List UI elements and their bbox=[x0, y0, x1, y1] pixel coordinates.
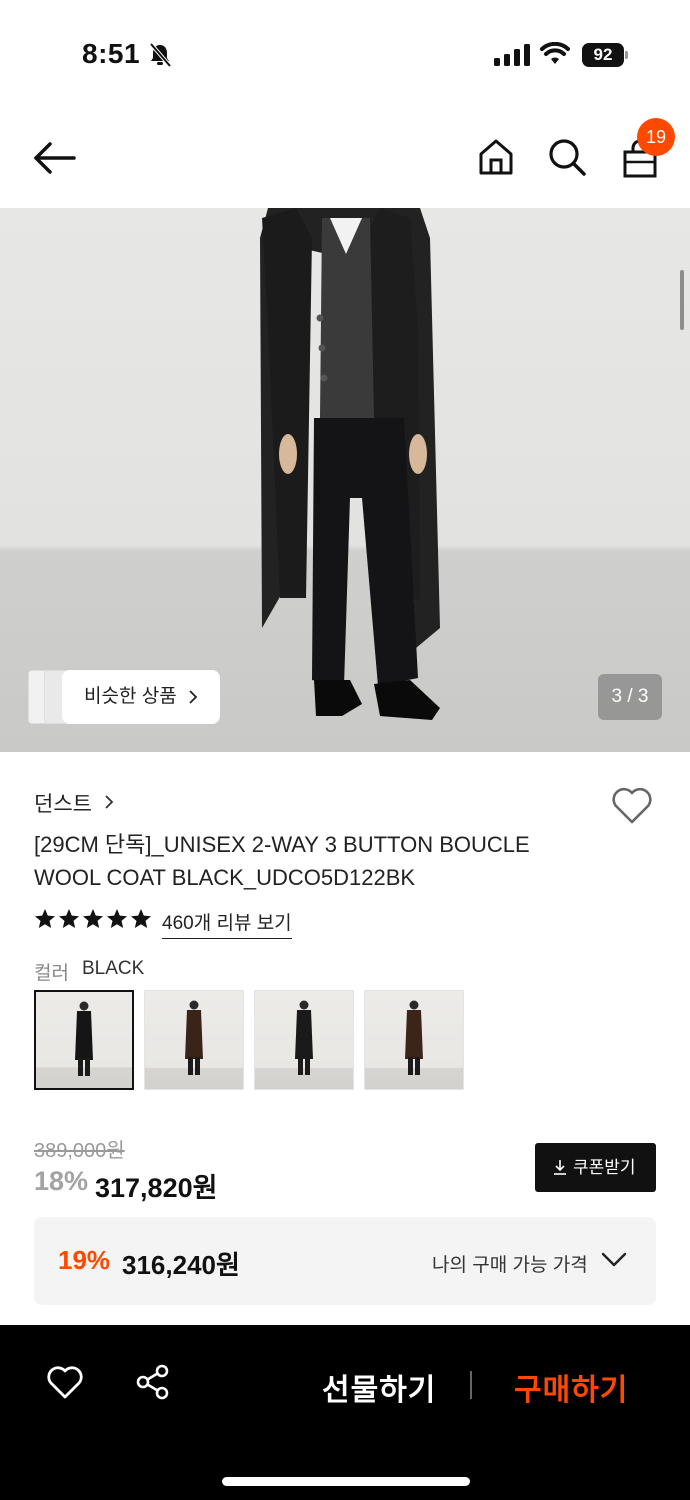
battery-cap bbox=[625, 51, 628, 59]
gift-button[interactable]: 선물하기 bbox=[322, 1365, 436, 1409]
color-swatch-brown[interactable] bbox=[144, 990, 244, 1090]
product-image-carousel[interactable]: 비슷한 상품 3 / 3 bbox=[0, 208, 690, 752]
sale-price: 317,820원 bbox=[95, 1173, 218, 1203]
buy-button[interactable]: 구매하기 bbox=[514, 1365, 628, 1409]
cart-count-badge: 19 bbox=[637, 118, 675, 156]
star-icon bbox=[83, 909, 103, 928]
color-value: BLACK bbox=[82, 958, 145, 979]
chevron-right-icon bbox=[105, 795, 114, 809]
top-nav: 19 bbox=[0, 110, 690, 208]
coupon-label: 쿠폰받기 bbox=[573, 1158, 636, 1177]
heart-icon[interactable] bbox=[610, 786, 654, 826]
heart-icon[interactable] bbox=[46, 1365, 84, 1401]
home-indicator bbox=[222, 1477, 470, 1486]
divider bbox=[470, 1371, 472, 1399]
status-time: 8:51 bbox=[82, 38, 141, 69]
my-price-panel[interactable]: 19% 316,240원 나의 구매 가능 가격 bbox=[34, 1217, 656, 1305]
chevron-down-icon bbox=[601, 1252, 627, 1267]
star-icon bbox=[107, 909, 127, 928]
color-swatch-brown[interactable] bbox=[364, 990, 464, 1090]
model-figure bbox=[185, 1000, 203, 1075]
model-figure bbox=[405, 1000, 423, 1075]
image-page-indicator: 3 / 3 bbox=[598, 674, 662, 720]
share-icon[interactable] bbox=[134, 1363, 172, 1401]
color-swatch-black[interactable] bbox=[34, 990, 134, 1090]
similar-products-button[interactable]: 비슷한 상품 bbox=[62, 670, 220, 724]
download-icon bbox=[554, 1160, 566, 1175]
color-swatch-list bbox=[34, 990, 464, 1090]
my-price: 316,240원 bbox=[122, 1250, 240, 1280]
original-price: 389,000원 bbox=[34, 1140, 125, 1162]
battery-level: 92 bbox=[582, 43, 624, 67]
brand-link[interactable]: 던스트 bbox=[34, 788, 92, 818]
my-discount-rate: 19% bbox=[58, 1245, 111, 1275]
bell-muted-icon bbox=[149, 42, 172, 68]
home-icon[interactable] bbox=[478, 138, 514, 176]
my-price-label: 나의 구매 가능 가격 bbox=[432, 1255, 588, 1276]
status-bar: 8:51 92 bbox=[0, 0, 690, 110]
image-scroll-indicator bbox=[680, 270, 684, 330]
product-title: [29CM 단독]_UNISEX 2-WAY 3 BUTTON BOUCLE W… bbox=[34, 832, 530, 890]
discount-rate: 18% bbox=[34, 1166, 89, 1196]
chevron-right-icon bbox=[189, 690, 198, 704]
model-figure bbox=[75, 1001, 93, 1076]
wifi-icon bbox=[540, 42, 570, 64]
signal-icon bbox=[494, 44, 530, 66]
search-icon[interactable] bbox=[548, 138, 586, 176]
color-label: 컬러 bbox=[34, 963, 69, 984]
coupon-button[interactable]: 쿠폰받기 bbox=[535, 1143, 656, 1192]
back-arrow-icon[interactable] bbox=[32, 140, 76, 176]
star-icon bbox=[131, 909, 151, 928]
rating-stars bbox=[34, 908, 156, 934]
review-link[interactable]: 460개 리뷰 보기 bbox=[162, 908, 292, 939]
color-swatch-black[interactable] bbox=[254, 990, 354, 1090]
model-figure bbox=[295, 1000, 313, 1075]
star-icon bbox=[35, 909, 55, 928]
bottom-action-bar: 선물하기 구매하기 bbox=[0, 1325, 690, 1500]
star-icon bbox=[59, 909, 79, 928]
similar-products-label: 비슷한 상품 bbox=[84, 686, 177, 707]
battery-indicator: 92 bbox=[582, 43, 628, 67]
